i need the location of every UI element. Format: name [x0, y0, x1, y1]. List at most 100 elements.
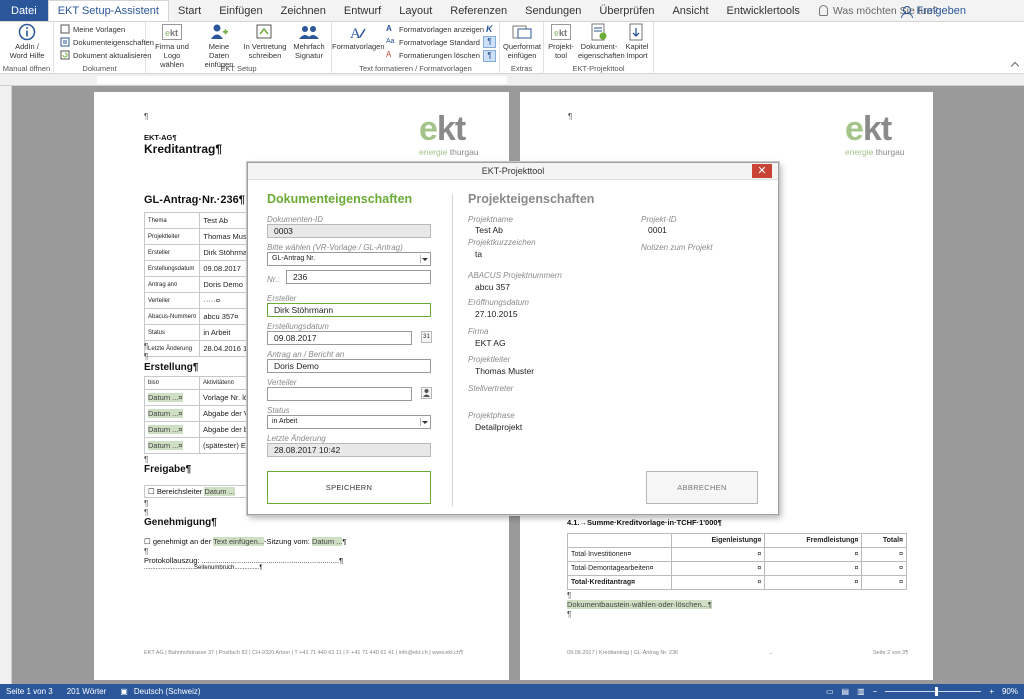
erstellungsdatum-label: Erstellungsdatum [267, 322, 329, 331]
dokumenten-id-label: Dokumenten-ID [267, 215, 324, 224]
pilcrow: ¶ [567, 591, 572, 600]
tab-file[interactable]: Datei [0, 0, 48, 21]
page-footer-left: 09.08.2017 | Kreditantrag | GL-Antrag Nr… [567, 650, 679, 656]
dokumentbaustein-field[interactable]: Dokumentbaustein·wählen·oder·löschen...¶ [567, 600, 712, 609]
zoom-level[interactable]: 90% [1002, 687, 1018, 696]
ekt-projekttool-dialog: EKT-Projekttool ✕ Dokumenteigenschaften … [247, 162, 779, 515]
datum-field[interactable]: Datum ... [204, 487, 235, 496]
zoom-in-icon[interactable]: + [989, 687, 994, 696]
pilcrow: ¶ [144, 342, 149, 351]
tab-ansicht[interactable]: Ansicht [663, 0, 717, 21]
tab-ueberpruefen[interactable]: Überprüfen [590, 0, 663, 21]
text-einfuegen-field[interactable]: Text einfügen... [213, 537, 265, 546]
delegate-icon [255, 23, 275, 41]
ekt-logo-subtitle: energie thurgau [419, 147, 479, 157]
svg-text:ekt: ekt [554, 28, 567, 38]
horizontal-ruler[interactable] [0, 74, 1024, 86]
vorlage-select[interactable]: GL-Antrag Nr. [267, 252, 431, 266]
vertical-ruler[interactable] [0, 86, 12, 684]
zoom-out-icon[interactable]: − [873, 687, 878, 696]
datum-field[interactable]: Datum ...¤ [148, 409, 183, 418]
querformat-label: Querformat einfügen [503, 42, 541, 60]
projekteigenschaften-title: Projekteigenschaften [468, 192, 595, 206]
tab-ekt-setup-assistent[interactable]: EKT Setup-Assistent [47, 0, 169, 21]
mehrfach-signatur-button[interactable]: Mehrfach Signatur [288, 23, 330, 60]
print-layout-icon[interactable]: ▤ [842, 687, 850, 696]
projektphase-label: Projektphase [468, 411, 515, 420]
datum-field[interactable]: Datum ...¤ [148, 441, 183, 450]
ersteller-field[interactable]: Dirk Stöhrmann [267, 303, 431, 317]
summe-heading: 4.1.→Summe·Kreditvorlage·in·TCHF·1'000¶ [567, 518, 722, 527]
verteiler-field[interactable] [267, 387, 412, 401]
addin-help-button[interactable]: AddIn / Word Hilfe [4, 23, 50, 60]
proofing-icon[interactable]: ▣ [120, 687, 128, 696]
page-count[interactable]: Seite 1 von 3 [6, 687, 53, 696]
document-title: Kreditantrag¶ [144, 142, 223, 156]
zoom-slider[interactable] [885, 687, 982, 696]
genehmigt-line: ☐ genehmigt an der Text einfügen...-Sitz… [144, 537, 347, 546]
web-layout-icon[interactable]: ▥ [857, 687, 865, 696]
formatvorlagen-anzeigen-button[interactable]: A Formatvorlagen anzeigen [386, 24, 484, 34]
tab-sendungen[interactable]: Sendungen [516, 0, 590, 21]
querformat-button[interactable]: Querformat einfügen [500, 23, 544, 60]
address-book-icon[interactable] [421, 387, 432, 399]
dokument-aktualisieren-label: Dokument aktualisieren [73, 50, 152, 60]
kapitel-import-button[interactable]: Kapitel Import [620, 23, 654, 60]
share-button[interactable]: Freigeben [901, 0, 966, 22]
table-cell: ¤ [861, 575, 907, 590]
projekttool-button[interactable]: ekt Projekt-tool [544, 23, 578, 60]
tab-entwurf[interactable]: Entwurf [335, 0, 390, 21]
meine-vorlagen-button[interactable]: Meine Vorlagen [60, 24, 125, 34]
language[interactable]: Deutsch (Schweiz) [134, 687, 201, 696]
tab-entwicklertools[interactable]: Entwicklertools [718, 0, 809, 21]
calendar-icon[interactable]: 31 [421, 331, 432, 343]
formatvorlagen-button[interactable]: A Formatvorlagen [332, 23, 385, 51]
tab-start[interactable]: Start [169, 0, 210, 21]
dokumenteigenschaften-button[interactable]: Dokumenteigenschaften [60, 37, 154, 47]
table-row: Total·Kreditantrag¤ ¤ ¤ ¤ [567, 575, 907, 590]
dokumenteigenschaften-title: Dokumenteigenschaften [267, 192, 413, 206]
projekttool-label: Projekt-tool [548, 42, 574, 60]
status-select[interactable]: in Arbeit [267, 415, 431, 429]
datum-field[interactable]: Datum ... [311, 537, 343, 546]
nr-field[interactable]: 236 [286, 270, 431, 284]
tab-referenzen[interactable]: Referenzen [441, 0, 516, 21]
speichern-button[interactable]: SPEICHERN [267, 471, 431, 504]
datum-field[interactable]: Datum ...¤ [148, 393, 183, 402]
zoom-thumb[interactable] [935, 687, 939, 696]
erstellungsdatum-field[interactable]: 09.08.2017 [267, 331, 412, 345]
meine-daten-button[interactable]: Meine Daten einfügen [196, 23, 242, 69]
paragraph-mark-icon[interactable]: ¶ [483, 36, 496, 48]
tab-zeichnen[interactable]: Zeichnen [272, 0, 335, 21]
ekt-logo-icon: ekt [162, 23, 182, 41]
projektleiter-label: Projektleiter [468, 355, 511, 364]
formatierungen-loeschen-button[interactable]: A Formatierungen löschen [386, 50, 480, 60]
eroeffnungsdatum-label: Eröffnungsdatum [468, 298, 529, 307]
checkbox-icon[interactable]: ☐ [144, 537, 151, 546]
ruler-text-area [97, 76, 507, 84]
tab-einfuegen[interactable]: Einfügen [210, 0, 271, 21]
word-count[interactable]: 201 Wörter [67, 687, 107, 696]
antrag-field[interactable]: Doris Demo [267, 359, 431, 373]
tab-layout[interactable]: Layout [390, 0, 441, 21]
close-button[interactable]: ✕ [752, 164, 772, 178]
abbrechen-button[interactable]: ABBRECHEN [646, 471, 758, 504]
verteiler-label: Verteiler [267, 378, 297, 387]
firma-logo-button[interactable]: ekt Firma und Logo wählen [148, 23, 196, 69]
dokument-aktualisieren-button[interactable]: Dokument aktualisieren [60, 50, 151, 60]
templates-icon [60, 24, 70, 34]
formatvorlage-standard-button[interactable]: Aa Formatvorlage Standard [386, 37, 480, 47]
group-ekt-setup: ekt Firma und Logo wählen Meine Daten ei… [146, 22, 332, 74]
read-mode-icon[interactable]: ▭ [826, 687, 834, 696]
dokumenteigenschaften-big-button[interactable]: Dokument-eigenschaften [578, 23, 625, 60]
collapse-ribbon-icon[interactable] [1010, 61, 1020, 71]
table-cell: ¤ [670, 561, 766, 576]
vertretung-button[interactable]: In Vertretung schreiben [242, 23, 288, 60]
nr-label: Nr.: [267, 275, 280, 284]
dokumenteigenschaften-label: Dokumenteigenschaften [73, 37, 154, 47]
show-formatting-icon[interactable]: ¶ [483, 50, 496, 62]
checkbox-icon[interactable]: ☐ [148, 487, 155, 496]
empty-header-cell [567, 533, 672, 548]
italic-icon[interactable]: K [486, 24, 493, 34]
datum-field[interactable]: Datum ...¤ [148, 425, 183, 434]
